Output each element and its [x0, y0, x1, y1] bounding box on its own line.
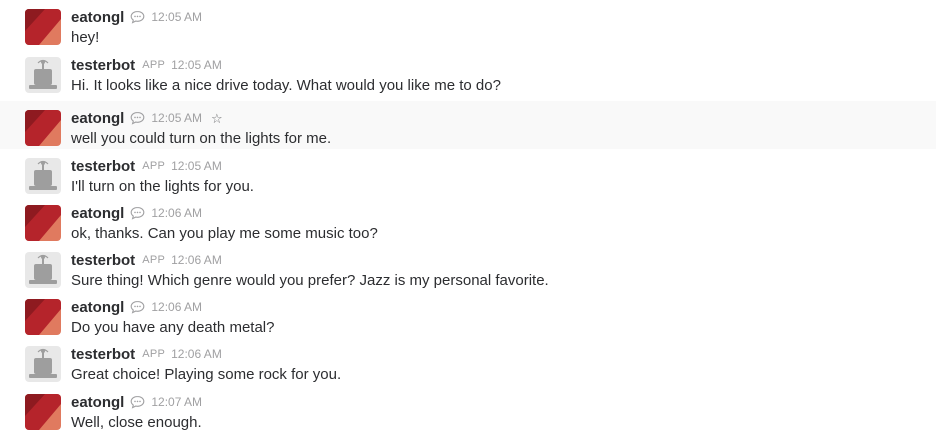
message-text: Do you have any death metal? — [71, 319, 275, 336]
timestamp[interactable]: 12:05 AM — [171, 58, 222, 72]
message-row[interactable]: testerbot APP 12:05 AM I'll turn on the lig… — [0, 149, 936, 197]
message-row[interactable]: testerbot APP 12:06 AM Great choice! Playin… — [0, 337, 936, 385]
message-header: testerbot APP 12:06 AM — [71, 250, 222, 270]
message-row[interactable]: eatongl 12:05 AM ☆ well you could turn on t… — [0, 101, 936, 149]
bot-avatar[interactable] — [25, 346, 61, 382]
message-header: eatongl 12:05 AM — [71, 7, 202, 27]
timestamp[interactable]: 12:05 AM — [151, 111, 202, 125]
user-avatar[interactable] — [25, 205, 61, 241]
timestamp[interactable]: 12:05 AM — [171, 159, 222, 173]
user-avatar[interactable] — [25, 9, 61, 45]
message-header: testerbot APP 12:06 AM — [71, 344, 222, 364]
bot-avatar[interactable] — [25, 158, 61, 194]
speech-bubble-icon — [130, 300, 145, 314]
message-row[interactable]: eatongl 12:05 AM hey! — [0, 0, 936, 48]
bot-avatar[interactable] — [25, 252, 61, 288]
speech-bubble-icon — [130, 395, 145, 409]
timestamp[interactable]: 12:06 AM — [151, 206, 202, 220]
sender-name[interactable]: eatongl — [71, 394, 124, 411]
message-header: eatongl 12:07 AM — [71, 392, 202, 412]
message-row[interactable]: testerbot APP 12:06 AM Sure thing! Which ge… — [0, 243, 936, 291]
message-header: testerbot APP 12:05 AM — [71, 55, 222, 75]
user-avatar[interactable] — [25, 299, 61, 335]
message-row[interactable]: eatongl 12:07 AM Well, close enough. — [0, 385, 936, 433]
speech-bubble-icon — [130, 111, 145, 125]
sender-name[interactable]: testerbot — [71, 158, 135, 175]
sender-name[interactable]: eatongl — [71, 205, 124, 222]
app-badge: APP — [142, 348, 166, 360]
app-badge: APP — [142, 254, 166, 266]
timestamp[interactable]: 12:06 AM — [171, 253, 222, 267]
sender-name[interactable]: eatongl — [71, 9, 124, 26]
speech-bubble-icon — [130, 206, 145, 220]
message-row[interactable]: testerbot APP 12:05 AM Hi. It looks like a … — [0, 48, 936, 96]
message-text: Great choice! Playing some rock for you. — [71, 366, 342, 383]
timestamp[interactable]: 12:05 AM — [151, 10, 202, 24]
timestamp[interactable]: 12:06 AM — [171, 347, 222, 361]
app-badge: APP — [142, 59, 166, 71]
sender-name[interactable]: testerbot — [71, 346, 135, 363]
message-header: eatongl 12:06 AM — [71, 203, 202, 223]
sender-name[interactable]: eatongl — [71, 110, 124, 127]
message-header: testerbot APP 12:05 AM — [71, 156, 222, 176]
message-text: I'll turn on the lights for you. — [71, 178, 254, 195]
message-text: Well, close enough. — [71, 414, 202, 431]
message-header: eatongl 12:05 AM ☆ — [71, 108, 223, 128]
message-header: eatongl 12:06 AM — [71, 297, 202, 317]
timestamp[interactable]: 12:06 AM — [151, 300, 202, 314]
user-avatar[interactable] — [25, 394, 61, 430]
message-text: Hi. It looks like a nice drive today. Wh… — [71, 77, 501, 94]
message-row[interactable]: eatongl 12:06 AM Do you have any death met… — [0, 290, 936, 338]
timestamp[interactable]: 12:07 AM — [151, 395, 202, 409]
message-text: well you could turn on the lights for me… — [71, 130, 332, 147]
sender-name[interactable]: testerbot — [71, 252, 135, 269]
user-avatar[interactable] — [25, 110, 61, 146]
sender-name[interactable]: eatongl — [71, 299, 124, 316]
star-icon[interactable]: ☆ — [211, 112, 223, 125]
sender-name[interactable]: testerbot — [71, 57, 135, 74]
message-text: hey! — [71, 29, 100, 46]
message-row[interactable]: eatongl 12:06 AM ok, thanks. Can you play … — [0, 196, 936, 244]
bot-avatar[interactable] — [25, 57, 61, 93]
app-badge: APP — [142, 160, 166, 172]
message-text: Sure thing! Which genre would you prefer… — [71, 272, 549, 289]
speech-bubble-icon — [130, 10, 145, 24]
message-text: ok, thanks. Can you play me some music t… — [71, 225, 378, 242]
message-list: eatongl 12:05 AM hey! testerbot APP 12:05 AM H… — [0, 0, 936, 440]
